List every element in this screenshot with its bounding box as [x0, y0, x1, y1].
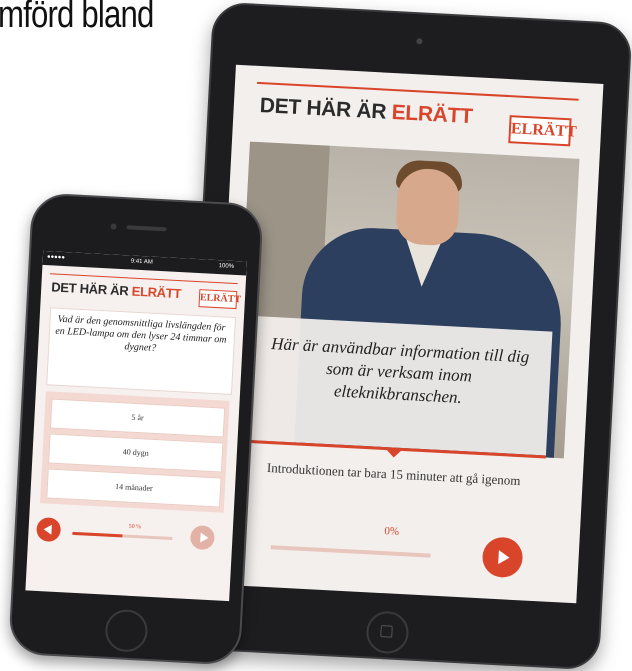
- page-headline: mförd bland: [0, 0, 154, 37]
- play-icon[interactable]: [482, 536, 524, 578]
- phone-progress-bar: [72, 532, 172, 540]
- tablet-title-text: DET HÄR ÄR: [259, 94, 392, 124]
- prev-arrow-icon[interactable]: [36, 517, 61, 542]
- status-carrier: ●●●●●: [47, 254, 65, 261]
- phone-device: ●●●●● 9:41 AM 100% DET HÄR ÄR ELRÄTT ELR…: [8, 192, 264, 666]
- tablet-page-title: DET HÄR ÄR ELRÄTT: [259, 94, 473, 129]
- phone-screen: ●●●●● 9:41 AM 100% DET HÄR ÄR ELRÄTT ELR…: [25, 251, 247, 601]
- elratt-logo-small: ELRÄTT: [198, 289, 237, 309]
- next-arrow-icon[interactable]: [190, 525, 215, 550]
- phone-title-text: DET HÄR ÄR: [51, 279, 132, 298]
- photo-worker-head: [395, 167, 461, 246]
- tablet-progress-bar: [271, 545, 431, 557]
- intro-duration-text: Introduktionen tar bara 15 minuter att g…: [258, 458, 529, 490]
- intro-quote: Här är användbar information till dig so…: [263, 333, 536, 413]
- home-square-icon: [380, 625, 393, 638]
- tablet-title-accent: ELRÄTT: [391, 101, 473, 128]
- quote-divider-notch: [386, 449, 402, 458]
- status-time: 9:41 AM: [131, 259, 153, 266]
- tablet-screen: DET HÄR ÄR ELRÄTT ELRÄTT Här är användba…: [209, 65, 604, 604]
- elratt-logo: ELRÄTT: [508, 115, 571, 146]
- phone-progress-label: 50 %: [115, 523, 155, 531]
- phone-page-title: DET HÄR ÄR ELRÄTT: [51, 279, 182, 301]
- status-battery: 100%: [218, 263, 234, 270]
- phone-title-accent: ELRÄTT: [131, 284, 181, 302]
- tablet-progress-label: 0%: [351, 523, 432, 539]
- phone-progress-fill: [72, 532, 122, 538]
